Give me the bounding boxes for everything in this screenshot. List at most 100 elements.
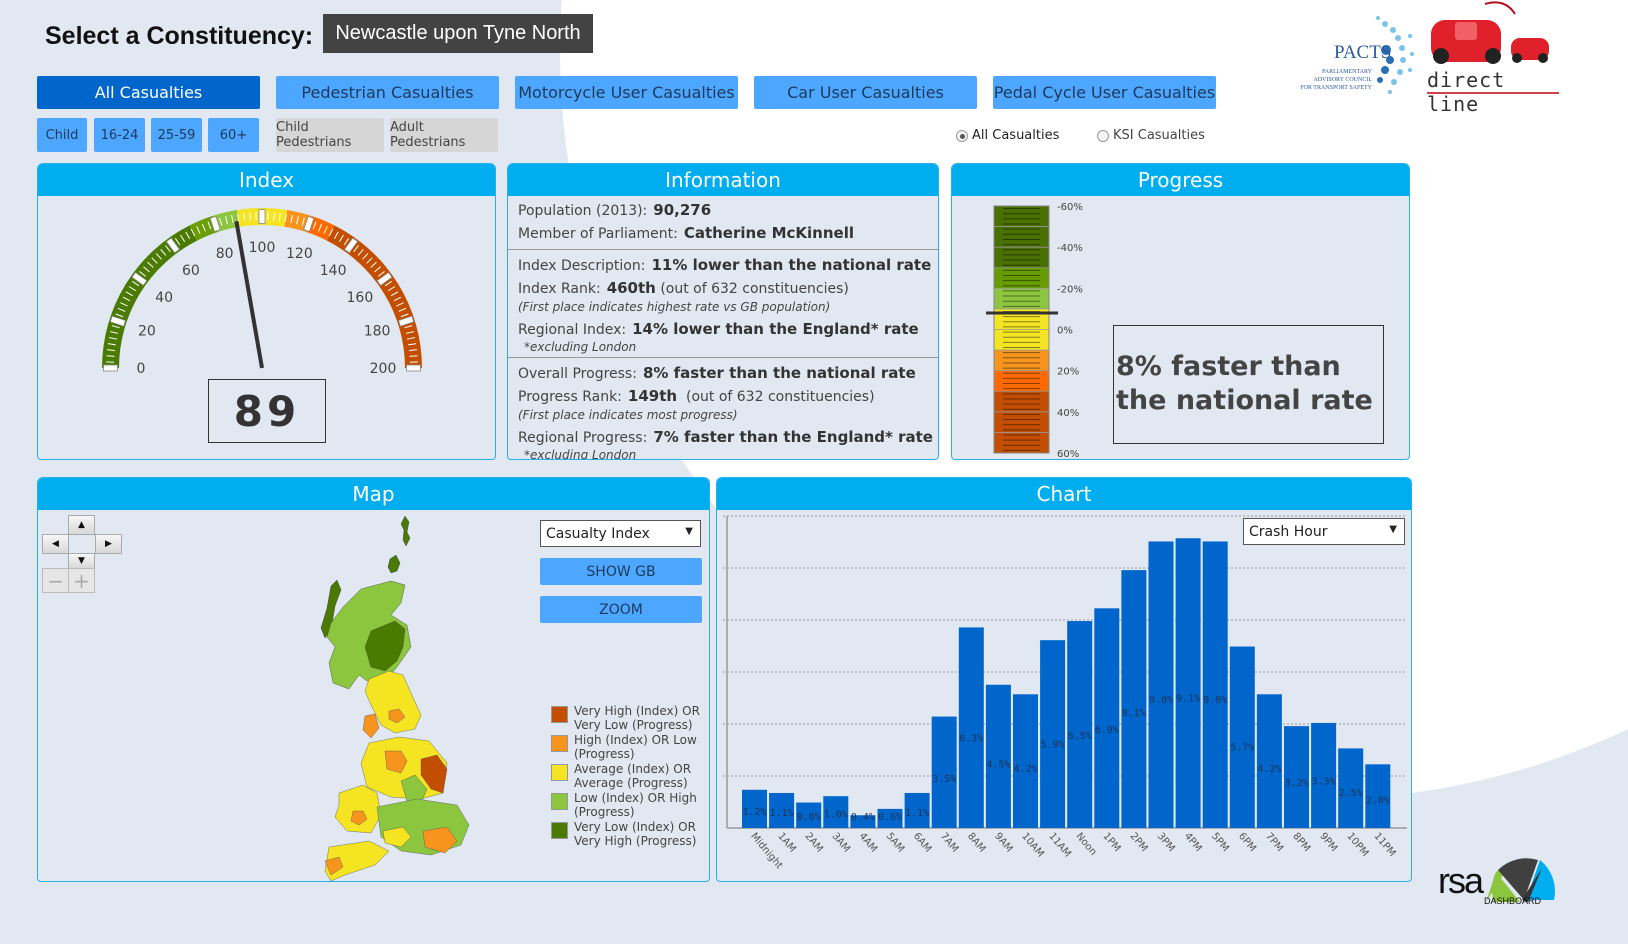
map-measure-dropdown[interactable]: Casualty Index ▼ bbox=[540, 520, 701, 547]
overall-progress-row: Overall Progress: 8% faster than the nati… bbox=[518, 362, 928, 385]
info-section-progress: Overall Progress: 8% faster than the nati… bbox=[508, 358, 938, 459]
radio-unselected-icon bbox=[1097, 129, 1109, 142]
gauge-band bbox=[326, 225, 422, 368]
legend-swatch bbox=[551, 764, 568, 781]
chart-data-label: 0.4% bbox=[851, 812, 875, 823]
pan-right-button[interactable]: ▶ bbox=[95, 534, 122, 554]
map-region-orkney bbox=[387, 554, 401, 574]
chart-x-tick-label: 2PM bbox=[1128, 831, 1150, 854]
legend-label: High (Index) OR Low (Progress) bbox=[574, 733, 697, 761]
gauge-major-tick bbox=[258, 209, 266, 224]
map-panel-title: Map bbox=[38, 478, 709, 510]
progress-rank-value: 149th bbox=[627, 387, 678, 405]
legend-item-low: Low (Index) OR High (Progress) bbox=[551, 791, 701, 819]
progress-panel-title: Progress bbox=[952, 164, 1409, 196]
pan-up-button[interactable]: ▲ bbox=[68, 515, 95, 535]
legend-swatch bbox=[551, 793, 568, 810]
legend-label: Average (Index) OR Average (Progress) bbox=[574, 762, 692, 790]
tab-car-user-casualties[interactable]: Car User Casualties bbox=[754, 76, 977, 109]
chart-bar bbox=[1202, 541, 1228, 828]
legend-item-very-high: Very High (Index) OR Very Low (Progress) bbox=[551, 704, 701, 732]
pacts-sub-line: for Transport Safety bbox=[1300, 85, 1372, 91]
gauge-tick-label: 100 bbox=[249, 240, 276, 256]
filter-child[interactable]: Child bbox=[37, 118, 87, 152]
thermometer-tick-label: 40% bbox=[1057, 408, 1079, 419]
map-region-south-england bbox=[376, 798, 470, 856]
overall-progress-label: Overall Progress: bbox=[518, 366, 637, 382]
chart-data-label: 3.2% bbox=[1284, 778, 1308, 789]
radio-all-casualties[interactable]: All Casualties bbox=[956, 128, 1059, 143]
chart-x-tick-label: 5PM bbox=[1209, 831, 1231, 854]
tab-all-casualties[interactable]: All Casualties bbox=[37, 76, 260, 109]
thermometer-tick-label: 0% bbox=[1057, 326, 1073, 337]
gauge-tick-label: 180 bbox=[364, 324, 391, 340]
filter-child-pedestrians[interactable]: Child Pedestrians bbox=[276, 118, 384, 152]
filter-60-plus[interactable]: 60+ bbox=[208, 118, 259, 152]
chart-x-tick-label: 11PM bbox=[1372, 831, 1398, 859]
chart-x-tick-label: 7PM bbox=[1263, 831, 1285, 854]
regional-progress-note: *excluding London bbox=[524, 448, 637, 460]
pan-down-button[interactable]: ▼ bbox=[68, 553, 95, 569]
map-region-cumbria bbox=[362, 713, 380, 739]
chart-panel-title: Chart bbox=[717, 478, 1411, 510]
progress-rank-suffix: (out of 632 constituencies) bbox=[685, 389, 875, 405]
regional-index-note: *excluding London bbox=[524, 340, 637, 354]
chart-bar bbox=[1013, 694, 1038, 828]
chart-bar bbox=[985, 684, 1011, 828]
regional-index-row: Regional Index: 14% lower than the Englan… bbox=[518, 319, 928, 340]
thermometer-tick-label: 20% bbox=[1057, 367, 1079, 378]
chart-x-tick-label: 8PM bbox=[1290, 831, 1312, 854]
filter-adult-pedestrians[interactable]: Adult Pedestrians bbox=[390, 118, 498, 152]
radio-ksi-casualties[interactable]: KSI Casualties bbox=[1097, 128, 1205, 143]
red-phone-car-icon bbox=[1431, 1, 1549, 64]
progress-rank-note: (First place indicates most progress) bbox=[518, 408, 738, 422]
chart-data-label: 1.1% bbox=[905, 808, 929, 819]
chart-measure-value: Crash Hour bbox=[1249, 523, 1328, 540]
map-region-shetland bbox=[400, 515, 411, 547]
filter-25-59[interactable]: 25-59 bbox=[151, 118, 202, 152]
tab-pedal-cycle-user-casualties[interactable]: Pedal Cycle User Casualties bbox=[993, 76, 1216, 109]
direct-line-underline bbox=[1427, 92, 1559, 94]
zoom-out-button[interactable]: − bbox=[42, 568, 69, 593]
thermometer-tick-label: -40% bbox=[1057, 243, 1083, 254]
zoom-in-button[interactable]: + bbox=[68, 568, 95, 593]
chart-data-label: 6.3% bbox=[959, 734, 983, 745]
filter-16-24[interactable]: 16-24 bbox=[94, 118, 145, 152]
index-rank-note: (First place indicates highest rate vs G… bbox=[518, 300, 831, 314]
legend-label: Low (Index) OR High (Progress) bbox=[574, 791, 697, 819]
gauge-major-tick bbox=[406, 364, 421, 372]
chart-x-tick-label: 4PM bbox=[1182, 831, 1204, 854]
pacts-sub-line: Advisory Council bbox=[1313, 77, 1372, 83]
pan-left-button[interactable]: ◀ bbox=[42, 534, 69, 554]
tab-pedestrian-casualties[interactable]: Pedestrian Casualties bbox=[276, 76, 499, 109]
population-row: Population (2013): 90,276 bbox=[518, 199, 928, 222]
chart-data-label: 4.2% bbox=[1013, 764, 1037, 775]
chart-x-tick-label: 5AM bbox=[884, 831, 906, 855]
chart-data-label: 6.9% bbox=[1095, 725, 1119, 736]
map-region-wales bbox=[334, 784, 382, 834]
gauge-minor-tick bbox=[409, 355, 418, 357]
chart-x-tick-label: 9PM bbox=[1317, 831, 1339, 854]
gauge-tick-label: 140 bbox=[320, 263, 347, 279]
chart-data-label: 0.8% bbox=[797, 812, 821, 823]
thermometer-band bbox=[994, 370, 1049, 392]
radio-all-casualties-label: All Casualties bbox=[972, 128, 1060, 143]
legend-item-high: High (Index) OR Low (Progress) bbox=[551, 733, 701, 761]
chart-measure-dropdown[interactable]: Crash Hour ▼ bbox=[1243, 518, 1405, 545]
gb-constituency-map[interactable] bbox=[273, 511, 473, 881]
zoom-button[interactable]: ZOOM bbox=[540, 596, 702, 623]
chart-bar bbox=[931, 716, 957, 828]
chart-bar bbox=[1040, 640, 1066, 828]
constituency-selector[interactable]: Newcastle upon Tyne North bbox=[323, 14, 593, 53]
gauge-tick-label: 20 bbox=[138, 324, 156, 340]
chart-data-label: 1.0% bbox=[824, 810, 848, 821]
progress-thermometer: -60% -40% -20% 0% 20% 40% 60% bbox=[986, 202, 1083, 459]
show-gb-button[interactable]: SHOW GB bbox=[540, 558, 702, 585]
chart-bar bbox=[958, 627, 984, 828]
legend-label: Very High (Index) OR Very Low (Progress) bbox=[574, 704, 700, 732]
tab-motorcycle-user-casualties[interactable]: Motorcycle User Casualties bbox=[515, 76, 738, 109]
legend-swatch bbox=[551, 735, 568, 752]
chart-bar bbox=[1256, 694, 1282, 828]
chart-x-tick-label: 2AM bbox=[802, 831, 824, 855]
chart-data-label: 2.5% bbox=[1339, 788, 1363, 799]
